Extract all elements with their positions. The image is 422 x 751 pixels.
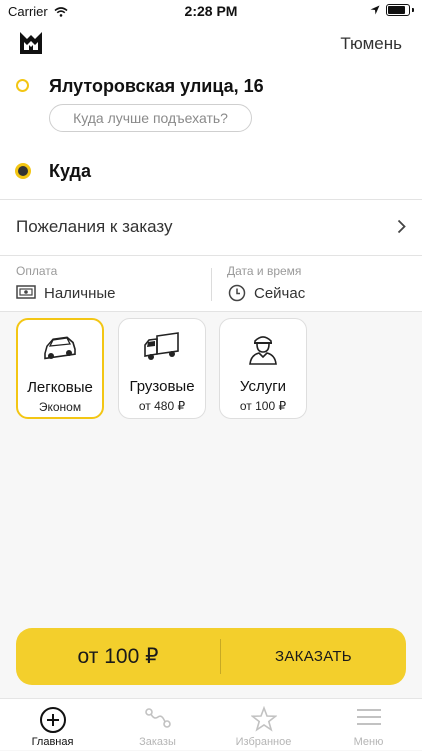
pickup-address[interactable]: Ялуторовская улица, 16 [49, 76, 264, 97]
chevron-right-icon[interactable] [397, 219, 406, 239]
tariff-card-services[interactable]: Услуги от 100 ₽ [219, 318, 307, 419]
truck-icon [119, 331, 205, 363]
route-icon [105, 706, 210, 730]
status-bar: Carrier 2:28 PM [0, 0, 422, 24]
datetime-label: Дата и время [227, 264, 302, 278]
status-right [370, 4, 414, 16]
tab-label: Заказы [139, 736, 176, 748]
car-icon [18, 332, 102, 362]
tariff-subtitle: от 480 ₽ [138, 399, 186, 413]
tab-favorites[interactable]: Избранное [211, 699, 316, 751]
order-bar: от 100 ₽ ЗАКАЗАТЬ [16, 628, 406, 685]
star-icon [211, 706, 316, 732]
location-arrow-icon [370, 5, 380, 15]
separator [211, 268, 212, 301]
tariff-subtitle: от 100 ₽ [239, 399, 287, 413]
pickup-hint-button[interactable]: Куда лучше подъехать? [49, 104, 252, 132]
tab-label: Главная [31, 736, 74, 748]
tab-orders[interactable]: Заказы [105, 699, 210, 751]
plus-circle-icon [0, 706, 105, 734]
tab-label: Меню [353, 736, 384, 748]
worker-icon [220, 331, 306, 365]
menu-icon [316, 706, 421, 728]
order-price: от 100 ₽ [77, 645, 159, 668]
pickup-marker-icon [16, 79, 29, 92]
order-button[interactable]: ЗАКАЗАТЬ [221, 628, 406, 685]
divider [0, 199, 422, 200]
battery-tip-icon [412, 8, 414, 12]
tab-home[interactable]: Главная [0, 699, 105, 751]
brand-logo-icon[interactable] [18, 30, 44, 61]
divider [0, 311, 422, 312]
status-time: 2:28 PM [184, 3, 238, 19]
tariff-subtitle: Эконом [38, 400, 82, 414]
city-selector[interactable]: Тюмень [340, 34, 402, 54]
clock-icon[interactable] [228, 284, 246, 307]
divider [0, 255, 422, 256]
tariff-title: Услуги [239, 378, 287, 395]
tariff-card-passenger[interactable]: Легковые Эконом [16, 318, 104, 419]
payment-method[interactable]: Наличные [44, 285, 116, 302]
destination-field[interactable]: Куда [49, 161, 91, 182]
cash-icon[interactable] [16, 284, 36, 305]
battery-icon [386, 4, 410, 16]
order-wishes-item[interactable]: Пожелания к заказу [16, 217, 173, 237]
tariff-title: Легковые [27, 379, 93, 396]
tab-bar: Главная Заказы Избранное Меню [0, 698, 422, 750]
tab-label: Избранное [235, 736, 292, 748]
tariff-title: Грузовые [129, 378, 195, 395]
destination-marker-icon [15, 163, 31, 179]
datetime-value[interactable]: Сейчас [254, 285, 305, 302]
payment-label: Оплата [16, 264, 58, 278]
tariff-card-cargo[interactable]: Грузовые от 480 ₽ [118, 318, 206, 419]
tab-menu[interactable]: Меню [316, 699, 421, 751]
